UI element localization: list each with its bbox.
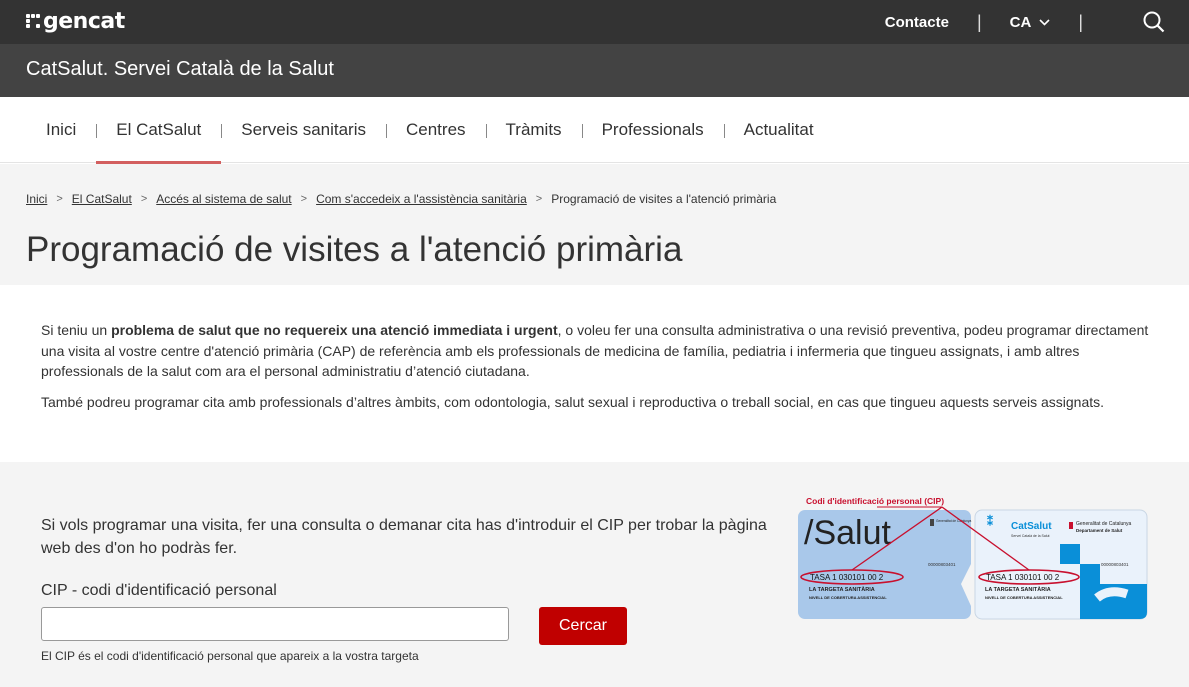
chevron-down-icon bbox=[1039, 18, 1050, 26]
gencat-logo-icon bbox=[26, 14, 40, 28]
cip-label: CIP - codi d'identificació personal bbox=[41, 582, 277, 599]
nav-item-tramits[interactable]: Tràmits bbox=[485, 97, 582, 163]
language-selector[interactable]: CA bbox=[1010, 14, 1051, 31]
nav-item-centres[interactable]: Centres bbox=[386, 97, 486, 163]
card2-issuer-sub: Departament de Salut bbox=[1076, 528, 1123, 533]
intro-text-segment: Si teniu un bbox=[41, 322, 112, 338]
top-utility-nav: Contacte | CA | bbox=[885, 0, 1189, 44]
card1-number: 00000803401 bbox=[928, 562, 956, 567]
contact-link[interactable]: Contacte bbox=[885, 14, 949, 31]
health-card-illustration: Codi d'identificació personal (CIP) /Sal… bbox=[798, 496, 1148, 620]
nav-item-el-catsalut[interactable]: El CatSalut bbox=[96, 97, 222, 164]
card1-cip: TASA 1 030101 00 2 bbox=[810, 573, 884, 582]
card2-number: 00000803401 bbox=[1101, 562, 1129, 567]
health-card-new: ⁑ CatSalut Servei Català de la Salut Gen… bbox=[974, 509, 1148, 620]
cip-caption: Codi d'identificació personal (CIP) bbox=[806, 496, 944, 506]
cip-help-text: El CIP és el codi d'identificació person… bbox=[41, 649, 419, 663]
cip-input[interactable] bbox=[41, 607, 509, 641]
breadcrumb-link-assistencia[interactable]: Com s'accedeix a l'assistència sanitària bbox=[316, 192, 527, 206]
search-icon[interactable] bbox=[1143, 11, 1165, 33]
card1-line2: NIVELL DE COBERTURA ASSISTENCIAL bbox=[809, 595, 887, 600]
health-card-old: /Salut Generalitat de Catalunya 00000803… bbox=[798, 510, 971, 619]
breadcrumb: Inici > El CatSalut > Accés al sistema d… bbox=[26, 192, 776, 206]
breadcrumb-chevron-icon: > bbox=[535, 193, 543, 205]
card2-issuer: Generalitat de Catalunya bbox=[1076, 521, 1132, 527]
page-header: Inici > El CatSalut > Accés al sistema d… bbox=[0, 164, 1189, 285]
intro-emphasis: problema de salut que no requereix una a… bbox=[111, 322, 558, 338]
top-separator: | bbox=[976, 11, 982, 32]
nav-item-professionals[interactable]: Professionals bbox=[581, 97, 724, 163]
site-header: CatSalut. Servei Català de la Salut bbox=[0, 44, 1189, 97]
nav-item-actualitat[interactable]: Actualitat bbox=[723, 97, 834, 163]
cip-search-lead: Si vols programar una visita, fer una co… bbox=[41, 517, 767, 557]
nav-item-inici[interactable]: Inici bbox=[26, 97, 96, 163]
site-title[interactable]: CatSalut. Servei Català de la Salut bbox=[26, 58, 334, 81]
card2-line2: NIVELL DE COBERTURA ASSISTENCIAL bbox=[985, 595, 1063, 600]
language-label: CA bbox=[1009, 13, 1032, 31]
card1-line1: LA TARGETA SANITÀRIA bbox=[809, 586, 875, 593]
intro-paragraph: També podreu programar cita amb professi… bbox=[41, 393, 1105, 410]
card2-brand-sub: Servei Català de la Salut bbox=[1011, 534, 1050, 538]
card2-logo-icon: ⁑ bbox=[987, 514, 993, 529]
nav-item-serveis-sanitaris[interactable]: Serveis sanitaris bbox=[221, 97, 386, 163]
gencat-logo-text: gencat bbox=[43, 8, 125, 34]
intro-paragraph: Si teniu un problema de salut que no req… bbox=[41, 320, 1151, 382]
breadcrumb-link-inici[interactable]: Inici bbox=[26, 192, 47, 206]
breadcrumb-chevron-icon: > bbox=[140, 193, 148, 205]
card2-line1: LA TARGETA SANITÀRIA bbox=[985, 586, 1051, 593]
breadcrumb-chevron-icon: > bbox=[300, 193, 308, 205]
breadcrumb-chevron-icon: > bbox=[56, 193, 63, 205]
breadcrumb-link-el-catsalut[interactable]: El CatSalut bbox=[72, 192, 132, 206]
breadcrumb-current: Programació de visites a l'atenció primà… bbox=[551, 192, 777, 206]
search-button[interactable]: Cercar bbox=[539, 607, 627, 645]
card2-cip: TASA 1 030101 00 2 bbox=[986, 573, 1060, 582]
card1-brand: /Salut bbox=[804, 514, 891, 552]
main-navigation: Inici El CatSalut Serveis sanitaris Cent… bbox=[0, 97, 1189, 164]
card2-brand: CatSalut bbox=[1011, 521, 1052, 532]
breadcrumb-link-acces[interactable]: Accés al sistema de salut bbox=[156, 192, 291, 206]
page-title: Programació de visites a l'atenció primà… bbox=[26, 230, 683, 269]
card1-issuer: Generalitat de Catalunya bbox=[936, 519, 971, 523]
top-bar: gencat Contacte | CA | bbox=[0, 0, 1189, 44]
intro-text: Si teniu un problema de salut que no req… bbox=[41, 320, 1151, 412]
gencat-logo[interactable]: gencat bbox=[26, 6, 125, 36]
top-separator: | bbox=[1078, 11, 1083, 32]
